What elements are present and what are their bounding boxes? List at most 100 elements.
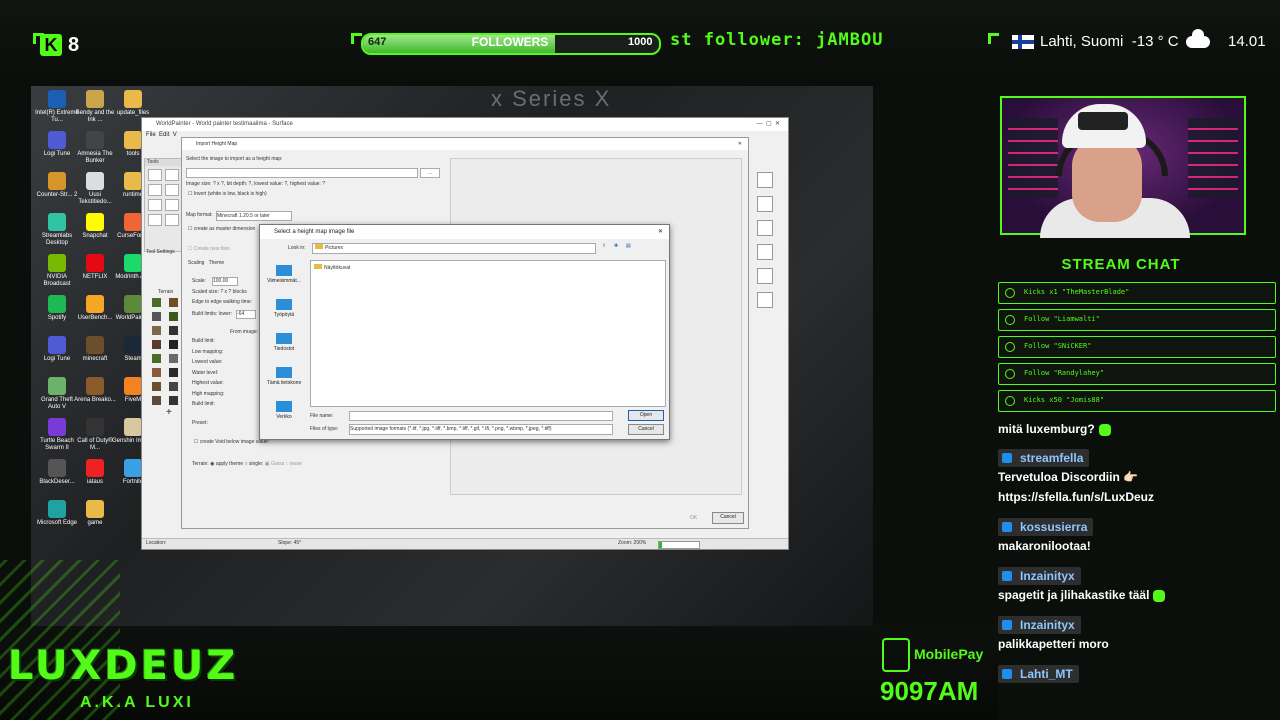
status-slope: Slope: 45° xyxy=(278,540,302,546)
chat-message-link[interactable]: https://sfella.fun/s/LuxDeuz xyxy=(998,490,1154,504)
tool-button[interactable] xyxy=(165,169,179,181)
terrain-tab[interactable]: Terrain xyxy=(158,289,173,296)
import-cancel-button[interactable]: Cancel xyxy=(712,512,744,524)
terrain-swatch[interactable] xyxy=(169,354,178,363)
desktop-icon-label: game xyxy=(87,520,103,526)
layer-button[interactable] xyxy=(757,244,773,260)
tool-button[interactable] xyxy=(148,199,162,211)
app-icon xyxy=(124,459,142,477)
terrain-swatch[interactable] xyxy=(152,340,161,349)
tool-button[interactable] xyxy=(148,184,162,196)
terrain-swatch[interactable] xyxy=(152,382,161,391)
tool-button[interactable] xyxy=(165,199,179,211)
desktop-icon[interactable]: game xyxy=(73,500,117,527)
terrain-swatch[interactable] xyxy=(169,312,178,321)
places-item[interactable]: Työpöytä xyxy=(264,299,304,318)
emote-icon xyxy=(1098,423,1111,436)
menu-bar[interactable]: File Edit V xyxy=(146,132,177,138)
layer-button[interactable] xyxy=(757,220,773,236)
tab-bar[interactable]: Scaling Theme xyxy=(188,260,224,267)
chat-username[interactable]: kossusierra xyxy=(998,518,1094,536)
chat-username[interactable]: Inzainityx xyxy=(998,616,1081,634)
chat-alert-text: Kicks x50 "Jomis88" xyxy=(1024,396,1105,404)
add-terrain-icon[interactable]: + xyxy=(146,407,182,418)
dialog-title: Import Height Map xyxy=(196,141,238,147)
close-icon[interactable]: ✕ xyxy=(658,225,663,239)
terrain-swatch[interactable] xyxy=(169,298,178,307)
chat-username-text: Inzainityx xyxy=(1020,618,1075,632)
apply-theme-radio[interactable]: ◉ apply theme xyxy=(210,461,243,467)
close-icon[interactable]: ✕ xyxy=(738,138,742,150)
build-lower-input[interactable]: -64 xyxy=(236,310,256,319)
layer-button[interactable] xyxy=(757,172,773,188)
terrain-swatch[interactable] xyxy=(152,368,161,377)
places-item[interactable]: Viimeisimmät... xyxy=(264,265,304,284)
open-button[interactable]: Open xyxy=(628,410,664,421)
chat-username[interactable]: Inzainityx xyxy=(998,567,1081,585)
file-list[interactable]: Näyttökuvat xyxy=(310,260,666,407)
terrain-swatch[interactable] xyxy=(169,382,178,391)
cancel-button[interactable]: Cancel xyxy=(628,424,664,435)
terrain-swatch[interactable] xyxy=(152,354,161,363)
chat-alert: Kicks x50 "Jomis88" xyxy=(998,390,1276,412)
layer-button[interactable] xyxy=(757,196,773,212)
scaled-size: Scaled size: ? x ? blocks xyxy=(192,289,247,295)
terrain-swatch[interactable] xyxy=(152,312,161,321)
terrain-swatch[interactable] xyxy=(152,396,161,405)
scale-input[interactable]: 100.00 xyxy=(212,277,238,286)
look-in-select[interactable]: Pictures xyxy=(312,243,596,254)
new-folder-icon[interactable]: ✚ xyxy=(614,243,618,250)
heart-icon xyxy=(1005,288,1015,298)
file-list-item[interactable]: Näyttökuvat xyxy=(311,261,665,275)
invert-checkbox[interactable]: ☐ Invert (white is low, black is high) xyxy=(188,191,267,198)
terrain-swatch[interactable] xyxy=(169,340,178,349)
terrain-swatch[interactable] xyxy=(169,396,178,405)
view-menu-icon[interactable]: ▤ xyxy=(626,243,631,250)
leave-radio[interactable]: ○ leave xyxy=(286,461,302,467)
tool-button[interactable] xyxy=(148,214,162,226)
terrain-swatch[interactable] xyxy=(169,326,178,335)
chat-username[interactable]: Lahti_MT xyxy=(998,665,1079,683)
tool-button[interactable] xyxy=(165,184,179,196)
place-label: Viimeisimmät... xyxy=(267,278,301,284)
mapping-rows: Build limit: Low mapping: Lowest value: Wat… xyxy=(192,338,224,412)
corner-accent xyxy=(988,33,999,44)
browse-button[interactable]: ... xyxy=(420,168,440,178)
window-titlebar[interactable]: WorldPainter - World painter testimaailm… xyxy=(142,118,788,131)
terrain-swatch[interactable] xyxy=(152,326,161,335)
files-of-type-select[interactable]: Supported image formats (*.tif, *.jpg, *… xyxy=(349,424,613,435)
single-radio[interactable]: ○ single: xyxy=(244,461,263,467)
menu-view[interactable]: V xyxy=(173,132,177,138)
grass-select[interactable]: ▣ Grass xyxy=(265,461,284,467)
layer-button[interactable] xyxy=(757,268,773,284)
create-tiles-checkbox[interactable]: ☐ Create new tiles xyxy=(188,246,230,253)
menu-edit[interactable]: Edit xyxy=(159,132,169,138)
file-dialog-titlebar[interactable]: Select a height map image file ✕ xyxy=(260,225,669,239)
window-controls[interactable]: — ▢ ✕ xyxy=(757,118,780,131)
tool-button[interactable] xyxy=(165,214,179,226)
files-of-type-value: Supported image formats (*.tif, *.jpg, *… xyxy=(350,426,552,432)
dialog-titlebar[interactable]: Import Height Map ✕ xyxy=(182,138,748,150)
places-item[interactable]: Tämä tietokone xyxy=(264,367,304,386)
void-below-checkbox[interactable]: ☐ create Void below image value: xyxy=(194,439,269,446)
map-format-select[interactable]: Minecraft 1.20.5 or later xyxy=(216,211,292,221)
master-dimension-checkbox[interactable]: ☐ create as master dimension xyxy=(188,226,255,233)
file-name-input[interactable] xyxy=(349,411,613,421)
file-open-dialog[interactable]: Select a height map image file ✕ Look in:… xyxy=(259,224,670,440)
tool-button[interactable] xyxy=(148,169,162,181)
single-label: single: xyxy=(248,461,264,467)
up-folder-icon[interactable]: ⇧ xyxy=(602,243,606,250)
tab-theme[interactable]: Theme xyxy=(209,260,225,266)
chat-username[interactable]: streamfella xyxy=(998,449,1090,467)
ok-button[interactable]: OK xyxy=(690,515,697,522)
places-item[interactable]: Tiedostot xyxy=(264,333,304,352)
menu-file[interactable]: File xyxy=(146,132,156,138)
terrain-swatch[interactable] xyxy=(169,368,178,377)
desktop-icon[interactable]: update_files xyxy=(111,90,155,117)
from-image-label: From image: xyxy=(230,329,259,335)
places-item[interactable]: Verkko xyxy=(264,401,304,420)
image-path-input[interactable] xyxy=(186,168,418,178)
tab-scaling[interactable]: Scaling xyxy=(188,260,204,266)
layer-button[interactable] xyxy=(757,292,773,308)
terrain-swatch[interactable] xyxy=(152,298,161,307)
